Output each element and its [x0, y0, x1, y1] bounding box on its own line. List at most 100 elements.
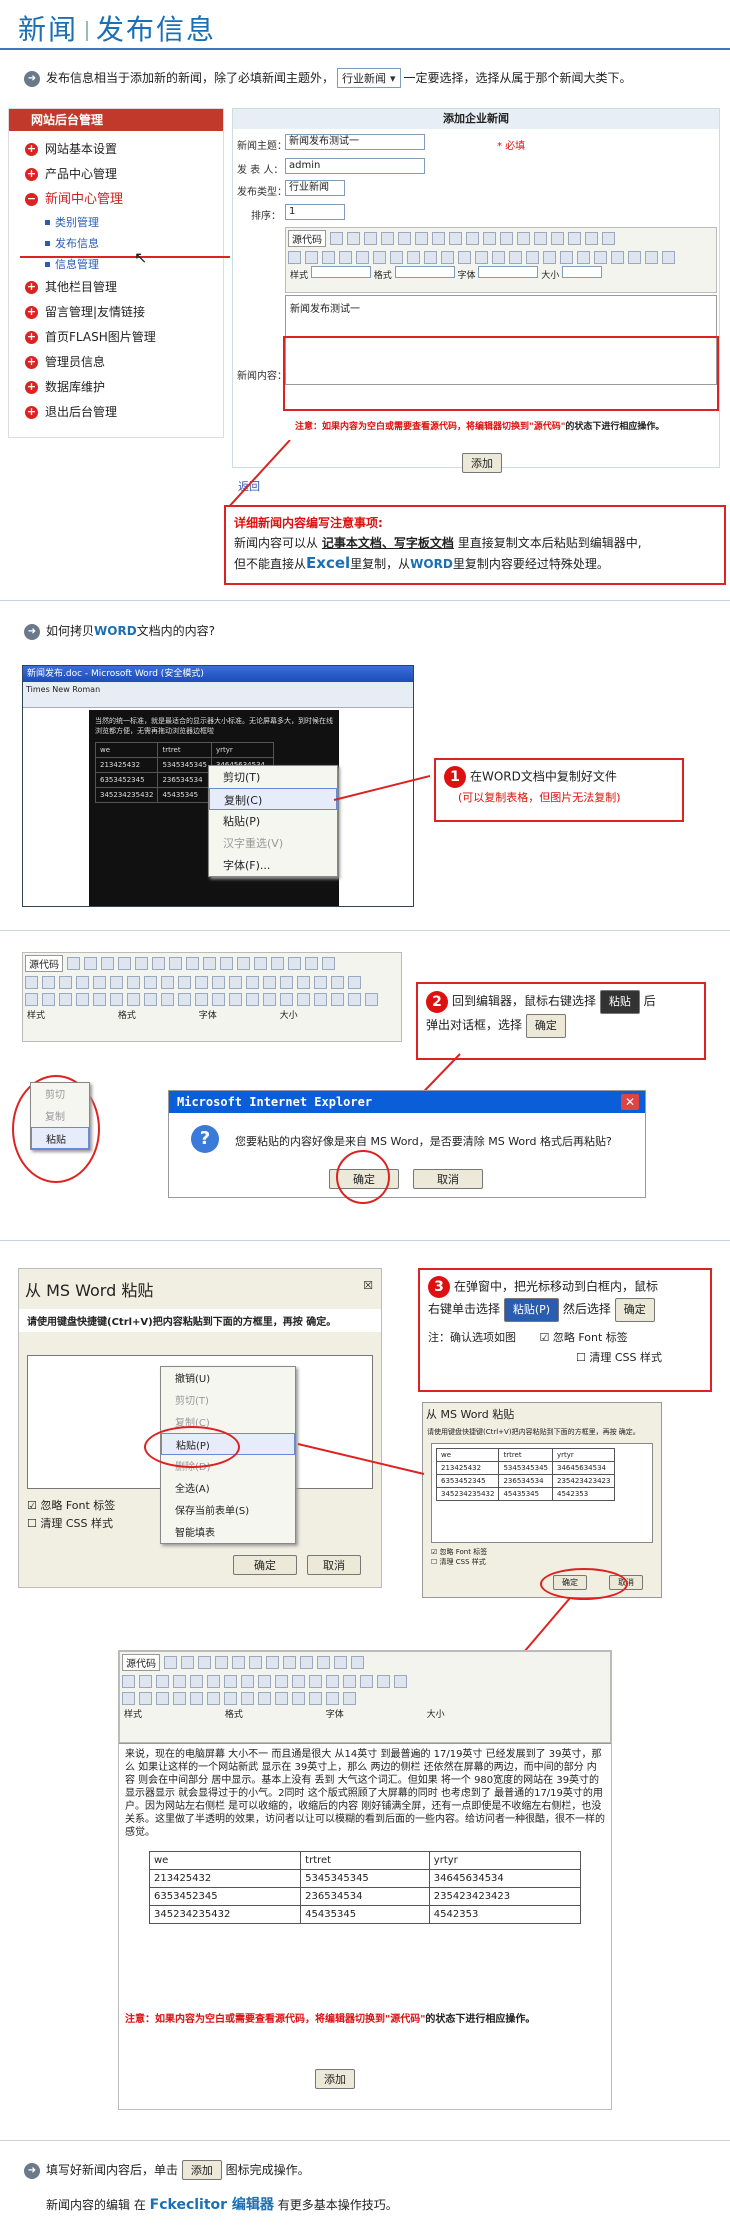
sidebar-sub-category[interactable]: 类别管理: [9, 212, 223, 233]
result-table: we trtret yrtyr 213425432 5345345345 3464563…: [148, 1851, 582, 1924]
preview-icon[interactable]: [364, 232, 377, 245]
menu-paste-2[interactable]: 粘贴: [31, 1127, 89, 1149]
result-content[interactable]: 来说，现在的电脑屏幕 大小不一 而且通是很大 从14英寸 到最普遍的 17/19…: [119, 1743, 611, 2005]
flash-icon[interactable]: [594, 251, 607, 264]
menu-cut-3[interactable]: 剪切(T): [161, 1389, 295, 1411]
print-icon[interactable]: [483, 232, 496, 245]
cb-css[interactable]: ☐ 清理 CSS 样式: [27, 1515, 113, 1531]
rule-icon[interactable]: [628, 251, 641, 264]
author-input[interactable]: admin: [285, 158, 425, 174]
ie-cancel-button[interactable]: 取消: [413, 1169, 483, 1189]
menu-font[interactable]: 字体(F)...: [209, 854, 337, 876]
msword-ok-button[interactable]: 确定: [233, 1555, 297, 1575]
source-button-2[interactable]: 源代码: [25, 955, 63, 972]
copy-icon[interactable]: [415, 232, 428, 245]
smiley-icon[interactable]: [645, 251, 658, 264]
font-select[interactable]: [478, 266, 539, 278]
type-select[interactable]: 行业新闻: [285, 180, 345, 196]
spellcheck-icon[interactable]: [500, 232, 513, 245]
order-input[interactable]: 1: [285, 204, 345, 220]
redo-icon[interactable]: [534, 232, 547, 245]
ordered-list-icon[interactable]: [390, 251, 403, 264]
align-right-icon[interactable]: [492, 251, 505, 264]
undo-icon[interactable]: [517, 232, 530, 245]
menu-cut-2[interactable]: 剪切: [31, 1083, 89, 1105]
close-icon[interactable]: ☒: [363, 1279, 373, 1292]
format-select[interactable]: [394, 266, 455, 278]
menu-reconvert[interactable]: 汉字重选(V): [209, 832, 337, 854]
msword-cancel-button[interactable]: 取消: [307, 1555, 361, 1575]
bold-icon[interactable]: [288, 251, 301, 264]
sidebar-item-news[interactable]: 新闻中心管理: [9, 187, 223, 212]
ie-message: 您要粘贴的内容好像是来自 MS Word，是否要清除 MS Word 格式后再粘…: [235, 1135, 612, 1148]
menu-copy[interactable]: 复制(C): [209, 788, 337, 810]
cb-font[interactable]: ☑ 忽略 Font 标签: [27, 1497, 115, 1513]
sidebar-item-guestbook[interactable]: 留言管理|友情链接: [9, 300, 223, 325]
author-label: 发 表 人：: [237, 165, 284, 176]
align-left-icon[interactable]: [458, 251, 471, 264]
unordered-list-icon[interactable]: [407, 251, 420, 264]
anchor-icon[interactable]: [560, 251, 573, 264]
sidebar-item-products[interactable]: 产品中心管理: [9, 162, 223, 187]
special-char-icon[interactable]: [662, 251, 675, 264]
paste-text-icon[interactable]: [449, 232, 462, 245]
paste-word-icon[interactable]: [466, 232, 479, 245]
category-select[interactable]: 行业新闻: [337, 68, 401, 88]
select-all-icon[interactable]: [585, 232, 598, 245]
remove-format-icon[interactable]: [602, 232, 615, 245]
sidebar-item-site-settings[interactable]: 网站基本设置: [9, 137, 223, 162]
menu-undo[interactable]: 撤销(U): [161, 1367, 295, 1389]
save-icon[interactable]: [330, 232, 343, 245]
msword-dialog-thumb: 从 MS Word 粘贴 请使用键盘快捷键(Ctrl+V)把内容粘贴到下面的方框…: [422, 1402, 662, 1598]
sidebar-item-other[interactable]: 其他栏目管理: [9, 275, 223, 300]
question-icon: ?: [191, 1125, 219, 1153]
cursor-icon: ↖: [134, 248, 148, 267]
sidebar-item-admin[interactable]: 管理员信息: [9, 350, 223, 375]
strike-icon[interactable]: [339, 251, 352, 264]
italic-icon[interactable]: [305, 251, 318, 264]
editor-toolbar-3: 源代码 样式 格式 字体 大小: [119, 1651, 611, 1743]
sidebar-sub-publish[interactable]: 发布信息: [9, 233, 223, 254]
close-icon[interactable]: ✕: [621, 1094, 639, 1110]
image-icon[interactable]: [577, 251, 590, 264]
menu-autofill[interactable]: 智能填表: [161, 1521, 295, 1543]
paste-icon[interactable]: [432, 232, 445, 245]
new-icon[interactable]: [347, 232, 360, 245]
add-button[interactable]: 添加: [462, 453, 502, 473]
subscript-icon[interactable]: [356, 251, 369, 264]
find-icon[interactable]: [551, 232, 564, 245]
source-button-3[interactable]: 源代码: [122, 1654, 160, 1671]
sidebar-item-flash[interactable]: 首页FLASH图片管理: [9, 325, 223, 350]
sidebar-item-logout[interactable]: 退出后台管理: [9, 400, 223, 425]
format-label: 格式: [373, 271, 392, 281]
indent-icon[interactable]: [441, 251, 454, 264]
link-icon[interactable]: [526, 251, 539, 264]
type-label: 发布类型：: [237, 187, 287, 198]
menu-select-all[interactable]: 全选(A): [161, 1477, 295, 1499]
template-icon[interactable]: [381, 232, 394, 245]
superscript-icon[interactable]: [373, 251, 386, 264]
unlink-icon[interactable]: [543, 251, 556, 264]
style-select[interactable]: [310, 266, 371, 278]
source-button[interactable]: 源代码: [288, 230, 326, 247]
subject-input[interactable]: 新闻发布测试一: [285, 134, 425, 150]
size-select[interactable]: [562, 266, 603, 278]
outdent-icon[interactable]: [424, 251, 437, 264]
menu-save-form[interactable]: 保存当前表单(S): [161, 1499, 295, 1521]
result-add-button[interactable]: 添加: [315, 2069, 355, 2089]
justify-icon[interactable]: [509, 251, 522, 264]
ie-titlebar: Microsoft Internet Explorer: [169, 1091, 645, 1113]
replace-icon[interactable]: [568, 232, 581, 245]
menu-copy-2[interactable]: 复制: [31, 1105, 89, 1127]
notes-line-1: 新闻内容可以从 记事本文档、写字板文档 里直接复制文本后粘贴到编辑器中,: [234, 536, 642, 550]
source-warning: 注意：如果内容为空白或需要查看源代码，将编辑器切换到"源代码"的状态下进行相应操…: [295, 422, 665, 432]
underline-icon[interactable]: [322, 251, 335, 264]
final-text-2: 新闻内容的编辑 在 Fckeclitor 编辑器 有更多基本操作技巧。: [46, 2197, 398, 2213]
table-icon[interactable]: [611, 251, 624, 264]
cut-icon[interactable]: [398, 232, 411, 245]
sidebar-item-database[interactable]: 数据库维护: [9, 375, 223, 400]
word-context-menu: 剪切(T) 复制(C) 粘贴(P) 汉字重选(V) 字体(F)...: [208, 765, 338, 877]
menu-cut[interactable]: 剪切(T): [209, 766, 337, 788]
align-center-icon[interactable]: [475, 251, 488, 264]
menu-paste[interactable]: 粘贴(P): [209, 810, 337, 832]
